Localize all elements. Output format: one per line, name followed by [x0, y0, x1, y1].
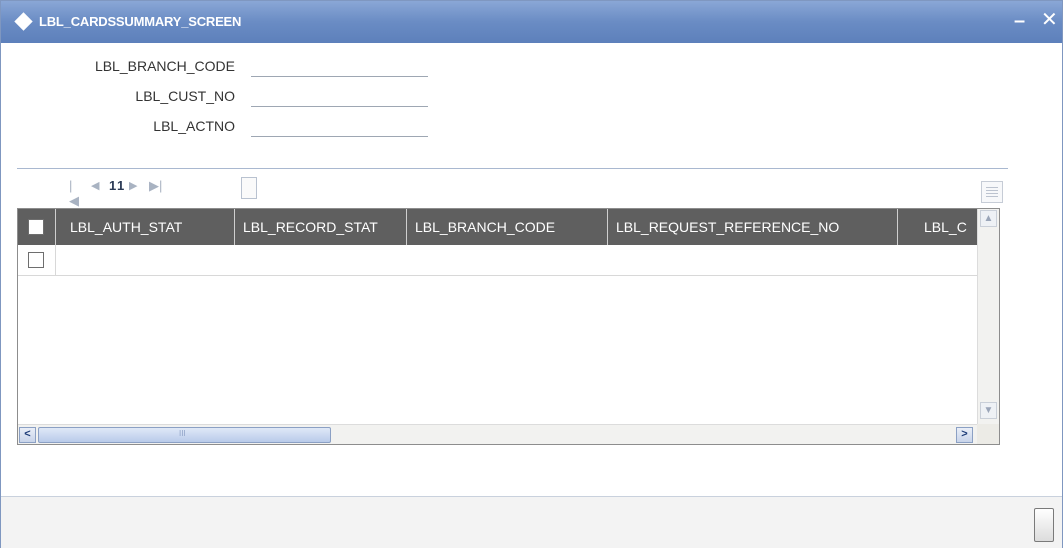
- grid-options-icon[interactable]: [981, 181, 1003, 203]
- cust-no-field[interactable]: [251, 85, 428, 107]
- horizontal-scroll-thumb[interactable]: III: [38, 427, 331, 443]
- grid-header: LBL_AUTH_STAT LBL_RECORD_STAT LBL_BRANCH…: [18, 209, 977, 245]
- total-pages-number: 1: [117, 178, 125, 193]
- diamond-icon: [14, 12, 33, 31]
- page-jump-input[interactable]: [241, 177, 257, 199]
- horizontal-scrollbar[interactable]: < III >: [18, 424, 977, 444]
- first-page-button[interactable]: |◀: [69, 178, 79, 209]
- scrollbar-corner: [977, 424, 999, 444]
- column-header-request-reference-no[interactable]: LBL_REQUEST_REFERENCE_NO: [608, 209, 898, 245]
- scroll-left-button[interactable]: <: [19, 427, 36, 443]
- cards-summary-window: LBL_CARDSSUMMARY_SCREEN – ✕ LBL_BRANCH_C…: [0, 0, 1063, 548]
- scroll-up-button[interactable]: ▲: [980, 210, 997, 227]
- last-page-button[interactable]: ▶|: [149, 178, 162, 194]
- scroll-right-button[interactable]: >: [956, 427, 973, 443]
- column-header-partial[interactable]: LBL_C: [898, 209, 977, 245]
- row-select-cell: [18, 245, 56, 276]
- branch-code-label: LBL_BRANCH_CODE: [94, 58, 235, 74]
- section-divider: [17, 168, 1008, 169]
- branch-code-field[interactable]: [251, 55, 428, 77]
- footer-action-button[interactable]: [1034, 508, 1054, 542]
- next-page-button[interactable]: ▶: [129, 179, 137, 192]
- window-title: LBL_CARDSSUMMARY_SCREEN: [39, 14, 242, 29]
- prev-page-button[interactable]: ◀: [91, 179, 99, 192]
- current-page-number: 1: [109, 178, 117, 193]
- footer-bar: [1, 496, 1062, 548]
- column-header-branch-code[interactable]: LBL_BRANCH_CODE: [407, 209, 608, 245]
- select-all-checkbox[interactable]: [28, 219, 44, 235]
- data-grid: LBL_AUTH_STAT LBL_RECORD_STAT LBL_BRANCH…: [17, 208, 1000, 445]
- cust-no-label: LBL_CUST_NO: [135, 88, 235, 104]
- close-button[interactable]: ✕: [1041, 10, 1058, 30]
- table-row[interactable]: [18, 245, 977, 276]
- column-header-auth-stat[interactable]: LBL_AUTH_STAT: [56, 209, 235, 245]
- minimize-button[interactable]: –: [1014, 11, 1025, 31]
- title-bar[interactable]: LBL_CARDSSUMMARY_SCREEN – ✕: [1, 1, 1062, 43]
- vertical-scrollbar[interactable]: ▲ ▼: [977, 209, 999, 424]
- actno-label: LBL_ACTNO: [153, 118, 235, 134]
- header-select-cell: [18, 209, 56, 245]
- actno-field[interactable]: [251, 115, 428, 137]
- scroll-grip: III: [179, 429, 186, 438]
- scroll-down-button[interactable]: ▼: [980, 402, 997, 419]
- row-checkbox[interactable]: [28, 252, 44, 268]
- column-header-record-stat[interactable]: LBL_RECORD_STAT: [235, 209, 407, 245]
